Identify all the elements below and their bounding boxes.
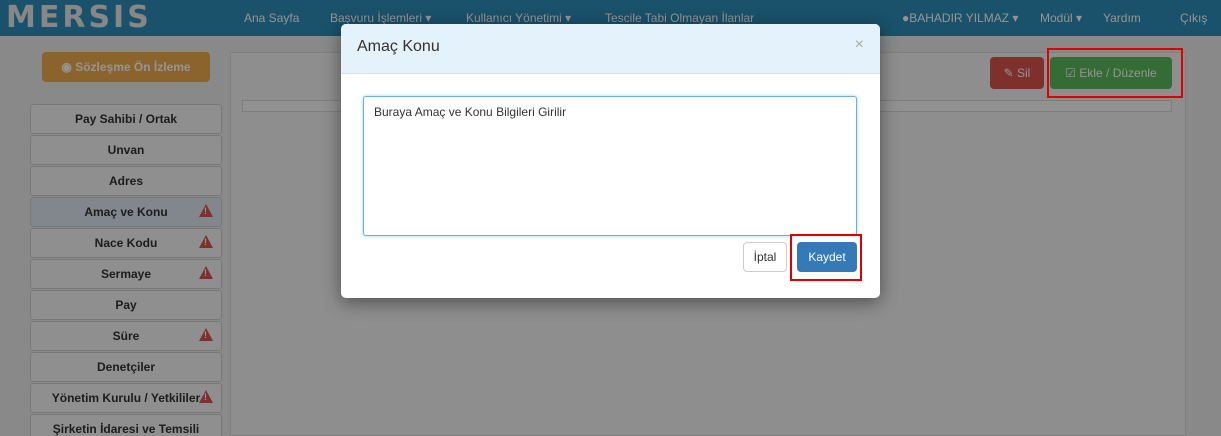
modal-header: Amaç Konu × <box>341 24 880 74</box>
highlight-box-add-edit <box>1047 48 1183 98</box>
close-icon[interactable]: × <box>855 36 864 54</box>
purpose-subject-textarea[interactable]: Buraya Amaç ve Konu Bilgileri Girilir <box>363 96 857 236</box>
modal-title: Amaç Konu <box>357 38 440 55</box>
cancel-button[interactable]: İptal <box>743 242 787 272</box>
highlight-box-save <box>790 234 862 281</box>
